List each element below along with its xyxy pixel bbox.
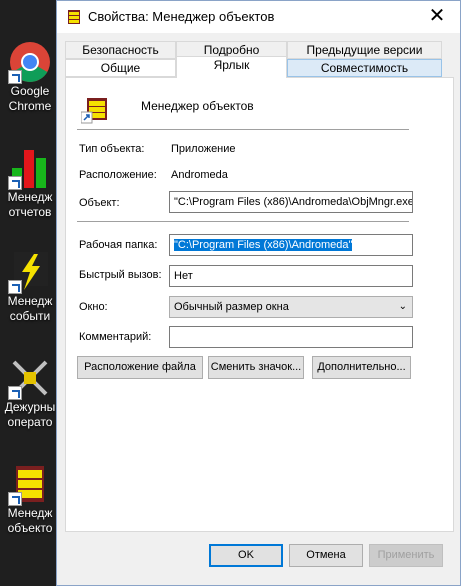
- desktop-icon-label: Менедж: [7, 294, 53, 308]
- location-value: Andromeda: [171, 169, 228, 181]
- tab-security[interactable]: Безопасность: [65, 41, 176, 59]
- desktop-icon-label: операто: [7, 415, 53, 429]
- change-icon-button[interactable]: Сменить значок...: [208, 356, 304, 379]
- chevron-down-icon: ⌄: [398, 301, 407, 312]
- app-icon: [66, 9, 82, 25]
- comment-field[interactable]: [169, 326, 413, 348]
- cancel-button[interactable]: Отмена: [289, 544, 363, 567]
- desktop-icon-label: Менедж: [7, 190, 53, 204]
- title-bar[interactable]: Свойства: Менеджер объектов ✕: [57, 1, 460, 33]
- desktop-icon-label: Chrome: [8, 99, 52, 113]
- ok-button[interactable]: OK: [209, 544, 283, 567]
- run-label: Окно:: [79, 301, 108, 313]
- desktop-icon-chrome[interactable]: Google Chrome: [0, 40, 60, 114]
- separator: [77, 221, 409, 222]
- app-name: Менеджер объектов: [141, 99, 254, 113]
- desktop-icon-label: объекто: [7, 521, 53, 535]
- shortcut-arrow-icon: [8, 280, 22, 294]
- start-in-label: Рабочая папка:: [79, 239, 158, 251]
- desktop-icon-label: Google: [10, 84, 50, 98]
- run-select-value: Обычный размер окна: [174, 301, 289, 313]
- location-label: Расположение:: [79, 169, 157, 181]
- type-label: Тип объекта:: [79, 143, 145, 155]
- tab-previous-versions[interactable]: Предыдущие версии: [287, 41, 442, 59]
- window-title: Свойства: Менеджер объектов: [88, 9, 275, 24]
- desktop-icon-duty-operator[interactable]: Дежурны операто: [0, 356, 60, 430]
- desktop-icon-label: отчетов: [8, 205, 52, 219]
- open-file-location-button[interactable]: Расположение файла: [77, 356, 203, 379]
- tab-general[interactable]: Общие: [65, 59, 176, 77]
- run-select[interactable]: Обычный размер окна ⌄: [169, 296, 413, 318]
- desktop-icon-report-manager[interactable]: Менедж отчетов: [0, 146, 60, 220]
- comment-label: Комментарий:: [79, 331, 152, 343]
- type-value: Приложение: [171, 143, 236, 155]
- apply-button[interactable]: Применить: [369, 544, 443, 567]
- desktop-icon-label: Менедж: [7, 506, 53, 520]
- lightning-icon: [8, 250, 52, 294]
- close-button[interactable]: ✕: [414, 1, 460, 33]
- start-in-value: "C:\Program Files (x86)\Andromeda": [174, 239, 353, 251]
- desktop-icon-label: событи: [9, 309, 51, 323]
- shortcut-arrow-icon: [8, 176, 22, 190]
- cabinet-icon: [8, 462, 52, 506]
- shortcut-arrow-icon: [8, 70, 22, 84]
- properties-dialog: Свойства: Менеджер объектов ✕ Безопаснос…: [56, 0, 461, 586]
- desktop-icon-label: Дежурны: [4, 400, 56, 414]
- hotkey-field[interactable]: Нет: [169, 265, 413, 287]
- crossed-swords-icon: [8, 356, 52, 400]
- advanced-button[interactable]: Дополнительно...: [312, 356, 411, 379]
- desktop-icon-event-manager[interactable]: Менедж событи: [0, 250, 60, 324]
- hotkey-label: Быстрый вызов:: [79, 269, 162, 281]
- target-label: Объект:: [79, 197, 120, 209]
- chrome-icon: [8, 40, 52, 84]
- tab-compatibility[interactable]: Совместимость: [287, 59, 442, 77]
- bar-chart-icon: [8, 146, 52, 190]
- shortcut-arrow-icon: [8, 492, 22, 506]
- shortcut-arrow-icon: [8, 386, 22, 400]
- desktop-icon-object-manager[interactable]: Менедж объекто: [0, 462, 60, 536]
- separator: [77, 129, 409, 130]
- app-large-icon: [80, 96, 109, 124]
- start-in-field[interactable]: "C:\Program Files (x86)\Andromeda": [169, 234, 413, 256]
- target-field[interactable]: "C:\Program Files (x86)\Andromeda\ObjMng…: [169, 191, 413, 213]
- tab-shortcut[interactable]: Ярлык: [176, 56, 287, 78]
